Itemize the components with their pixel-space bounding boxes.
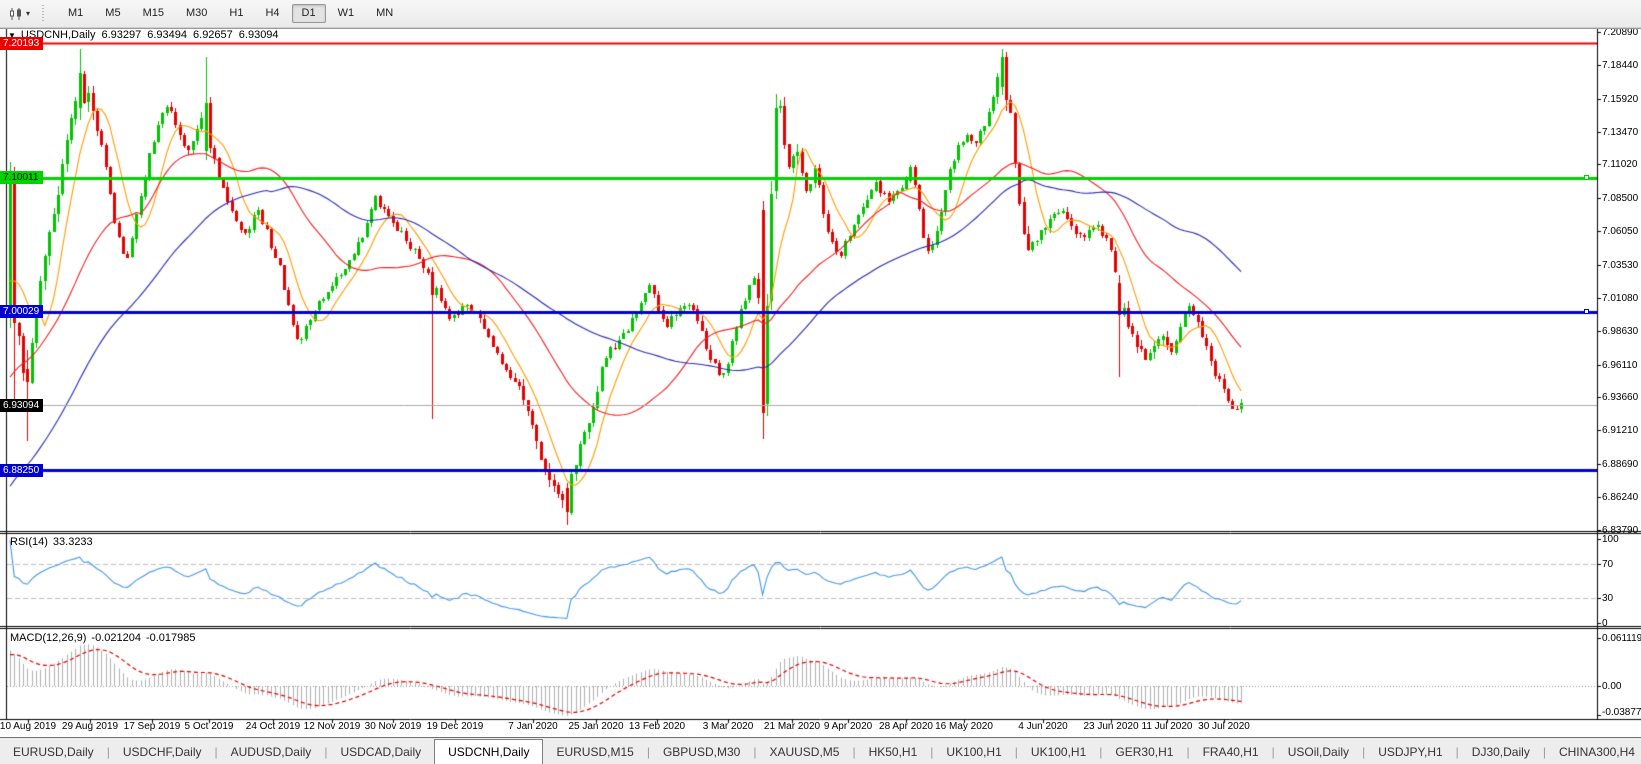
timeframe-button-d1[interactable]: D1 (292, 4, 326, 23)
tab-usdcnh-daily[interactable]: USDCNH,Daily (434, 739, 543, 764)
chart-tool-button[interactable]: ▾ (3, 4, 36, 24)
top-toolbar: ▾ M1M5M15M30H1H4D1W1MN (0, 0, 1641, 28)
tab-eurusd-daily[interactable]: EURUSD,Daily (0, 739, 107, 764)
tab-usdjpy-h1[interactable]: USDJPY,H1 (1365, 739, 1455, 764)
tab-gbpusd-m30[interactable]: GBPUSD,M30 (650, 739, 753, 764)
horizontal-line-handle[interactable] (1584, 175, 1589, 180)
chart-tab-bar: EURUSD,Daily|USDCHF,Daily|AUDUSD,Daily|U… (0, 739, 1641, 764)
timeframe-button-m5[interactable]: M5 (95, 4, 130, 23)
horizontal-line-handle[interactable] (1584, 309, 1589, 314)
timeframe-button-mn[interactable]: MN (366, 4, 403, 23)
tab-uk100-h1[interactable]: UK100,H1 (1018, 739, 1099, 764)
tab-ger30-h1[interactable]: GER30,H1 (1102, 739, 1186, 764)
candlestick-chart-icon (9, 7, 23, 21)
timeframe-buttons: M1M5M15M30H1H4D1W1MN (57, 4, 404, 23)
timeframe-button-m30[interactable]: M30 (176, 4, 217, 23)
timeframe-button-w1[interactable]: W1 (328, 4, 365, 23)
chevron-down-icon: ▾ (26, 10, 30, 18)
tab-china300-h4[interactable]: CHINA300,H4 (1546, 739, 1641, 764)
tab-fra40-h1[interactable]: FRA40,H1 (1190, 739, 1272, 764)
toolbar-grip[interactable] (41, 5, 46, 23)
tab-usdcad-daily[interactable]: USDCAD,Daily (327, 739, 434, 764)
tab-usoil-daily[interactable]: USOil,Daily (1275, 739, 1362, 764)
timeframe-button-m1[interactable]: M1 (58, 4, 93, 23)
timeframe-button-m15[interactable]: M15 (133, 4, 174, 23)
tab-xauusd-m5[interactable]: XAUUSD,M5 (756, 739, 852, 764)
tab-usdchf-daily[interactable]: USDCHF,Daily (110, 739, 215, 764)
tab-eurusd-m15[interactable]: EURUSD,M15 (543, 739, 646, 764)
timeframe-button-h1[interactable]: H1 (219, 4, 253, 23)
tab-dj30-daily[interactable]: DJ30,Daily (1459, 739, 1543, 764)
chart-window: ▼USDCNH,Daily6.932976.934946.926576.9309… (0, 28, 1641, 738)
timeframe-button-h4[interactable]: H4 (255, 4, 289, 23)
main-chart-canvas[interactable] (0, 29, 1641, 738)
tab-audusd-daily[interactable]: AUDUSD,Daily (218, 739, 325, 764)
tab-uk100-h1[interactable]: UK100,H1 (933, 739, 1014, 764)
tab-hk50-h1[interactable]: HK50,H1 (856, 739, 931, 764)
